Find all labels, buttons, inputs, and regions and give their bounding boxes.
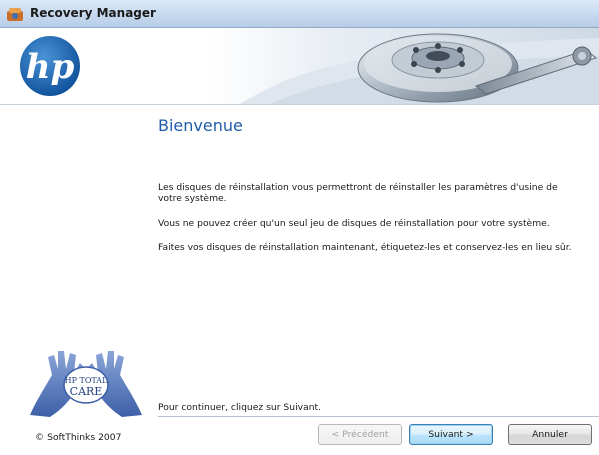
paragraph-make-discs: Faites vos disques de réinstallation mai… xyxy=(158,242,572,253)
page-title: Bienvenue xyxy=(158,116,243,135)
copyright-text: © SoftThinks 2007 xyxy=(35,432,122,443)
hp-total-care-logo: HP TOTAL CARE xyxy=(26,345,146,419)
care-logo-text-1: HP TOTAL xyxy=(65,376,108,385)
window-title: Recovery Manager xyxy=(30,6,156,20)
footer-divider xyxy=(158,416,599,417)
hard-drive-icon xyxy=(356,28,599,104)
next-button[interactable]: Suivant > xyxy=(409,424,493,445)
header-banner: hp xyxy=(0,28,599,104)
left-pane: HP TOTAL CARE xyxy=(0,105,148,455)
recovery-manager-window: Recovery Manager hp HP TOTAL CARE Bienve… xyxy=(0,0,599,455)
hp-logo: hp xyxy=(18,34,82,98)
title-bar[interactable]: Recovery Manager xyxy=(0,0,599,28)
paragraph-single-set: Vous ne pouvez créer qu'un seul jeu de d… xyxy=(158,218,550,229)
care-logo-text-2: CARE xyxy=(70,385,103,398)
previous-button[interactable]: < Précédent xyxy=(318,424,402,445)
cancel-button[interactable]: Annuler xyxy=(508,424,592,445)
recovery-manager-icon xyxy=(6,6,24,22)
paragraph-reinstall-info: Les disques de réinstallation vous perme… xyxy=(158,182,558,204)
continue-hint: Pour continuer, cliquez sur Suivant. xyxy=(158,402,322,413)
hp-logo-text: hp xyxy=(26,47,75,87)
